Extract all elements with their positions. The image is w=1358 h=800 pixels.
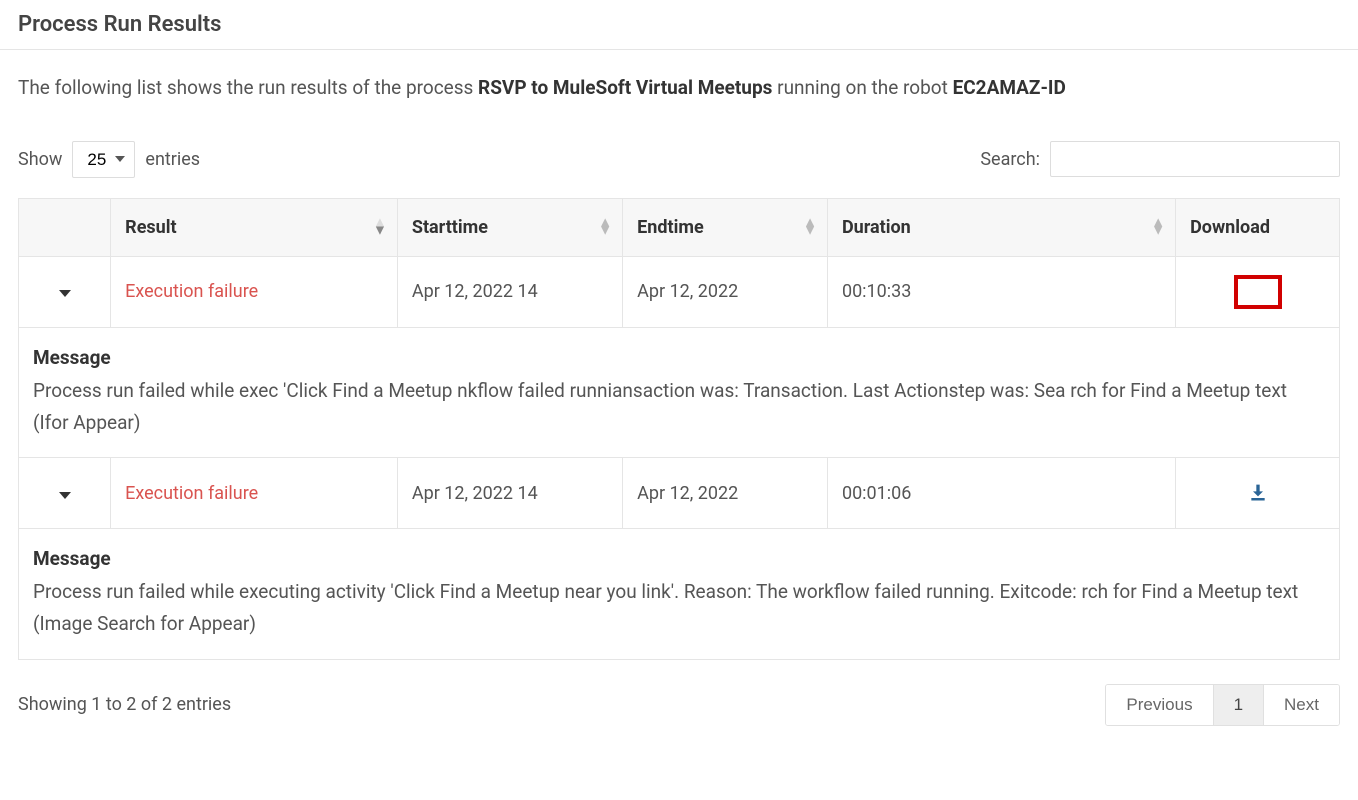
duration-cell: 00:01:06 <box>827 458 1175 529</box>
show-entries: Show 25 entries <box>18 141 200 178</box>
process-name: RSVP to MuleSoft Virtual Meetups <box>478 76 772 99</box>
description-text: The following list shows the run results… <box>18 74 1340 103</box>
starttime-cell: Apr 12, 2022 14 <box>397 256 622 327</box>
caret-down-icon[interactable] <box>59 492 71 499</box>
description-middle: running on the robot <box>777 76 952 99</box>
message-text: Process run failed while executing activ… <box>33 576 1325 641</box>
table-row: Execution failure Apr 12, 2022 14Apr 12, … <box>19 458 1340 529</box>
sort-icon: ▲▼ <box>598 219 612 236</box>
entries-label: entries <box>145 149 200 170</box>
sort-icon: ▲▼ <box>803 219 817 236</box>
page-size-select[interactable]: 25 <box>72 141 135 178</box>
result-text: Execution failure <box>125 281 258 302</box>
page-title: Process Run Results <box>0 0 1358 49</box>
header-result[interactable]: Result ▲▼ <box>111 198 398 256</box>
pagination: Previous 1 Next <box>1105 684 1340 726</box>
header-starttime[interactable]: Starttime ▲▼ <box>397 198 622 256</box>
results-table: Result ▲▼ Starttime ▲▼ Endtime ▲▼ Durati… <box>18 198 1340 660</box>
message-label: Message <box>33 346 1325 369</box>
message-row: Message Process run failed while executin… <box>19 529 1340 660</box>
endtime-cell: Apr 12, 2022 <box>623 256 828 327</box>
message-row: Message Process run failed while exec 'Cl… <box>19 327 1340 458</box>
header-endtime[interactable]: Endtime ▲▼ <box>623 198 828 256</box>
table-row: Execution failure Apr 12, 2022 14Apr 12, … <box>19 256 1340 327</box>
caret-down-icon[interactable] <box>59 290 71 297</box>
header-expand <box>19 198 111 256</box>
description-prefix: The following list shows the run results… <box>18 76 478 99</box>
duration-cell: 00:10:33 <box>827 256 1175 327</box>
header-download: Download <box>1176 198 1340 256</box>
page-1-button[interactable]: 1 <box>1214 685 1264 725</box>
sort-icon: ▲▼ <box>373 219 387 236</box>
show-label: Show <box>18 149 62 170</box>
result-text: Execution failure <box>125 483 258 504</box>
search-input[interactable] <box>1050 141 1340 177</box>
endtime-cell: Apr 12, 2022 <box>623 458 828 529</box>
robot-name: EC2AMAZ-ID <box>953 76 1066 99</box>
entries-info: Showing 1 to 2 of 2 entries <box>18 694 231 715</box>
search-box: Search: <box>980 141 1340 177</box>
sort-icon: ▲▼ <box>1151 219 1165 236</box>
starttime-cell: Apr 12, 2022 14 <box>397 458 622 529</box>
message-text: Process run failed while exec 'Click Fin… <box>33 375 1325 440</box>
header-duration[interactable]: Duration ▲▼ <box>827 198 1175 256</box>
download-icon[interactable] <box>1234 275 1282 309</box>
search-label: Search: <box>980 149 1040 170</box>
divider <box>0 49 1358 50</box>
message-label: Message <box>33 547 1325 570</box>
download-icon[interactable] <box>1236 476 1280 510</box>
previous-button[interactable]: Previous <box>1106 685 1213 725</box>
next-button[interactable]: Next <box>1264 685 1339 725</box>
